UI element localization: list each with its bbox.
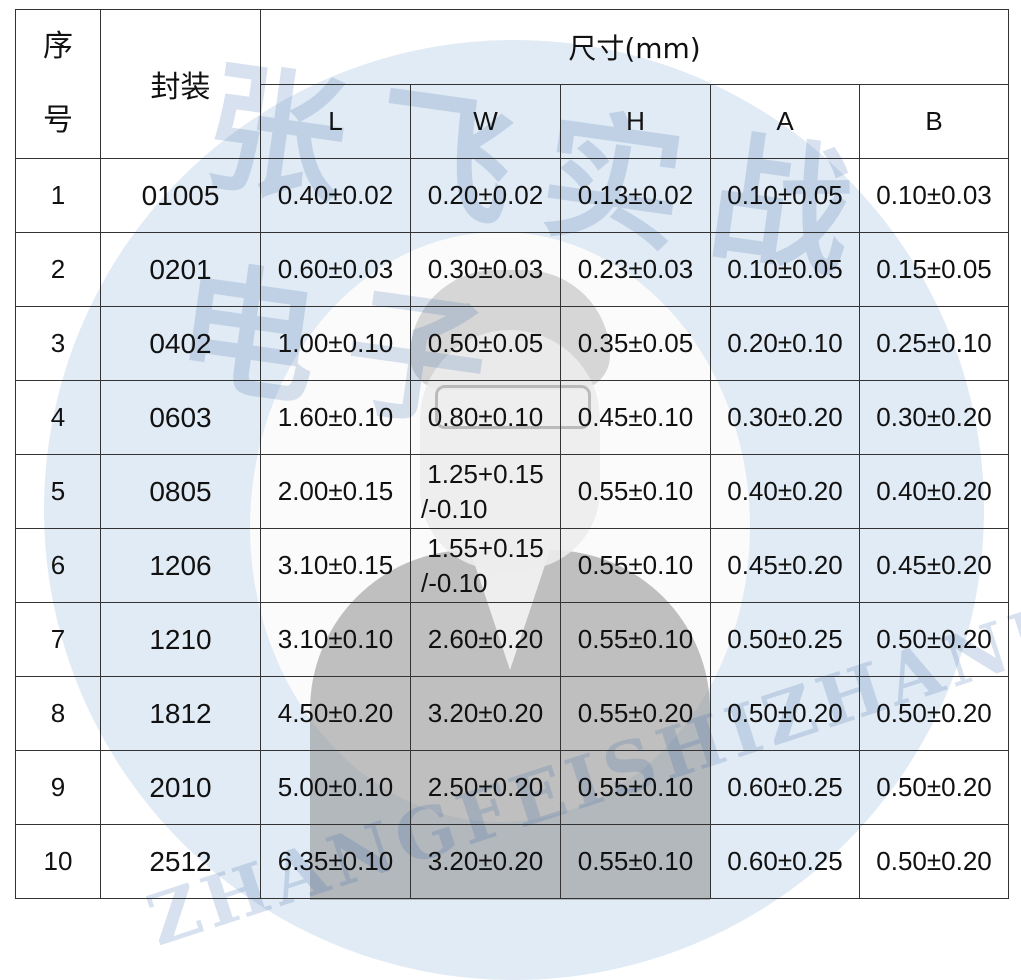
dim-L-cell: 0.40±0.02	[260, 158, 411, 233]
dim-H-cell: 0.55±0.10	[560, 750, 711, 825]
package-cell: 0402	[100, 306, 261, 381]
dim-L-cell: 6.35±0.10	[260, 824, 411, 899]
dim-B-cell: 0.25±0.10	[858, 306, 1010, 381]
col-header-A: A	[710, 83, 860, 159]
row-index: 1	[15, 158, 101, 233]
index-header-char: 序	[43, 29, 73, 64]
dim-L-cell: 2.00±0.15	[260, 454, 411, 529]
dim-W-line1: 1.25+0.15	[427, 458, 544, 489]
dim-H-cell: 0.55±0.10	[560, 602, 711, 677]
dim-W-cell: 1.25+0.15 /-0.10	[410, 454, 561, 529]
dim-H-cell: 0.13±0.02	[560, 158, 711, 233]
dim-L-cell: 1.60±0.10	[260, 380, 411, 455]
package-header: 封装	[100, 9, 261, 159]
dim-H-cell: 0.55±0.20	[560, 676, 711, 751]
dim-W-cell: 0.80±0.10	[410, 380, 561, 455]
dim-A-cell: 0.10±0.05	[710, 158, 860, 233]
row-index: 9	[15, 750, 101, 825]
table-row: 2 0201 0.60±0.03 0.30±0.03 0.23±0.03 0.10±0.0…	[15, 232, 1010, 307]
dim-W-cell: 1.55+0.15 /-0.10	[410, 528, 561, 603]
dim-W-cell: 0.50±0.05	[410, 306, 561, 381]
dim-H-cell: 0.23±0.03	[560, 232, 711, 307]
dim-A-cell: 0.40±0.20	[710, 454, 860, 529]
table-row: 6 1206 3.10±0.15 1.55+0.15/-0.10 0.55±0.10 0.…	[15, 528, 1010, 603]
dim-W-line2: /-0.10	[421, 567, 488, 598]
dim-W-cell: 3.20±0.20	[410, 676, 561, 751]
dim-L-cell: 5.00±0.10	[260, 750, 411, 825]
dim-B-cell: 0.30±0.20	[858, 380, 1010, 455]
dim-A-cell: 0.50±0.25	[710, 602, 860, 677]
dim-W-cell: 2.60±0.20	[410, 602, 561, 677]
dim-A-cell: 0.20±0.10	[710, 306, 860, 381]
dim-B-cell: 0.50±0.20	[858, 602, 1010, 677]
dim-H-cell: 0.55±0.10	[560, 454, 711, 529]
dim-A-cell: 0.60±0.25	[710, 824, 860, 899]
table-row: 1 01005 0.40±0.02 0.20±0.02 0.13±0.02 0.10±0.…	[15, 158, 1010, 233]
package-cell: 01005	[100, 158, 261, 233]
dim-B-cell: 0.15±0.05	[858, 232, 1010, 307]
dim-B-cell: 0.50±0.20	[858, 824, 1010, 899]
row-index: 3	[15, 306, 101, 381]
row-index: 2	[15, 232, 101, 307]
dim-A-cell: 0.30±0.20	[710, 380, 860, 455]
dim-L-cell: 1.00±0.10	[260, 306, 411, 381]
package-dimension-table: 序号 封装 尺寸(mm) L W H A B 1 01005 0.40±0.02 0.…	[15, 9, 1010, 899]
row-index: 10	[15, 824, 101, 899]
table-row: 4 0603 1.60±0.10 0.80±0.10 0.45±0.10 0.30±0.2…	[15, 380, 1010, 455]
dim-W-cell: 0.30±0.03	[410, 232, 561, 307]
package-cell: 0201	[100, 232, 261, 307]
index-header-label: 序号	[16, 10, 100, 158]
dim-A-cell: 0.50±0.20	[710, 676, 860, 751]
package-cell: 1210	[100, 602, 261, 677]
dim-A-cell: 0.60±0.25	[710, 750, 860, 825]
dim-L-cell: 3.10±0.10	[260, 602, 411, 677]
dimension-header: 尺寸(mm)	[259, 9, 1010, 85]
col-header-H: H	[560, 83, 711, 159]
row-index: 5	[15, 454, 101, 529]
col-header-W: W	[410, 83, 561, 159]
table-row: 3 0402 1.00±0.10 0.50±0.05 0.35±0.05 0.20±0.1…	[15, 306, 1010, 381]
dim-W-line2: /-0.10	[421, 493, 488, 524]
dim-W-cell: 0.20±0.02	[410, 158, 561, 233]
row-index: 4	[15, 380, 101, 455]
dim-L-cell: 0.60±0.03	[260, 232, 411, 307]
row-index: 6	[15, 528, 101, 603]
row-index: 7	[15, 602, 101, 677]
dim-W-cell: 2.50±0.20	[410, 750, 561, 825]
dim-B-cell: 0.40±0.20	[858, 454, 1010, 529]
index-header: 序号	[15, 9, 101, 159]
table-row: 10 2512 6.35±0.10 3.20±0.20 0.55±0.10 0.60±0.…	[15, 824, 1010, 899]
dim-H-cell: 0.35±0.05	[560, 306, 711, 381]
dim-W-line1: 1.55+0.15	[427, 532, 544, 563]
dim-L-cell: 3.10±0.15	[260, 528, 411, 603]
dim-B-cell: 0.50±0.20	[858, 750, 1010, 825]
row-index: 8	[15, 676, 101, 751]
index-header-char: 号	[43, 103, 73, 138]
dim-W-cell: 3.20±0.20	[410, 824, 561, 899]
table-row: 5 0805 2.00±0.15 1.25+0.15/-0.10 0.55±0.10 0.…	[15, 454, 1010, 529]
dim-A-cell: 0.10±0.05	[710, 232, 860, 307]
package-cell: 0805	[100, 454, 261, 529]
package-cell: 2010	[100, 750, 261, 825]
dim-B-cell: 0.45±0.20	[858, 528, 1010, 603]
package-cell: 2512	[100, 824, 261, 899]
dim-H-cell: 0.55±0.10	[560, 824, 711, 899]
dim-L-cell: 4.50±0.20	[260, 676, 411, 751]
dim-H-cell: 0.45±0.10	[560, 380, 711, 455]
package-cell: 1812	[100, 676, 261, 751]
table-body: 1 01005 0.40±0.02 0.20±0.02 0.13±0.02 0.10±0.…	[15, 158, 1010, 899]
col-header-L: L	[260, 83, 411, 159]
package-cell: 0603	[100, 380, 261, 455]
table-row: 8 1812 4.50±0.20 3.20±0.20 0.55±0.20 0.50±0.2…	[15, 676, 1010, 751]
package-cell: 1206	[100, 528, 261, 603]
table-row: 7 1210 3.10±0.10 2.60±0.20 0.55±0.10 0.50±0.2…	[15, 602, 1010, 677]
dim-H-cell: 0.55±0.10	[560, 528, 711, 603]
table-row: 9 2010 5.00±0.10 2.50±0.20 0.55±0.10 0.60±0.2…	[15, 750, 1010, 825]
dim-A-cell: 0.45±0.20	[710, 528, 860, 603]
dim-B-cell: 0.10±0.03	[858, 158, 1010, 233]
dim-B-cell: 0.50±0.20	[858, 676, 1010, 751]
col-header-B: B	[858, 83, 1010, 159]
